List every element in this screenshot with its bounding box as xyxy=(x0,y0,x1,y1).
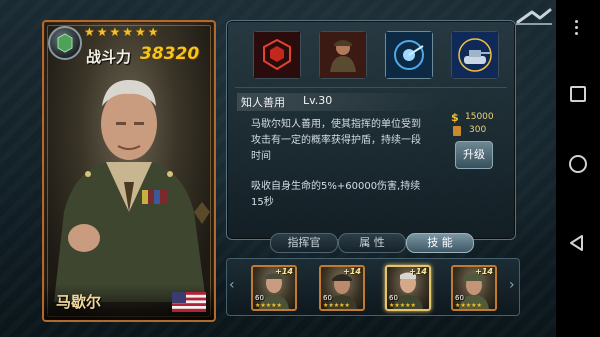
general-level: 60 xyxy=(323,294,332,302)
general-rank-badge xyxy=(48,26,82,60)
money-icon: $ xyxy=(451,111,459,124)
us-flag-icon xyxy=(172,292,206,312)
shield-hex-icon xyxy=(254,32,300,78)
general-stars: ★★★★★ xyxy=(255,302,282,309)
general-card: ★★★★★★ 战斗力 38320 马歇尔 xyxy=(42,20,216,322)
overflow-menu-icon[interactable] xyxy=(575,20,579,38)
general-stars: ★★★★★ xyxy=(389,302,416,309)
medal-cost: 300 xyxy=(469,125,487,135)
skill-slot-1[interactable] xyxy=(253,31,301,79)
general-plus: +14 xyxy=(409,267,427,276)
money-cost: 15000 xyxy=(465,112,494,122)
general-stars: ★★★★★ xyxy=(323,302,350,309)
card-stars: ★★★★★★ xyxy=(84,25,161,39)
soldier-icon xyxy=(320,32,366,78)
general-plus: +14 xyxy=(275,267,293,276)
skill-icons-row xyxy=(241,31,503,81)
skill-effect: 吸收自身生命的5%+60000伤害,持续15秒 xyxy=(251,181,421,208)
general-name: 马歇尔 xyxy=(56,293,102,311)
generals-strip: ‹ › +14 60 ★★★★★ +14 60 ★★★★★ +14 60 ★★★… xyxy=(226,258,520,316)
tab-attributes[interactable]: 属 性 xyxy=(338,233,406,253)
general-plus: +14 xyxy=(475,267,493,276)
tab-bar: 指挥官 属 性 技 能 xyxy=(264,233,478,253)
tank-icon xyxy=(452,32,498,78)
skill-level: Lv.30 xyxy=(303,94,333,107)
power-value: 38320 xyxy=(140,44,200,64)
general-thumb-2[interactable]: +14 60 ★★★★★ xyxy=(319,265,365,311)
general-thumb-4[interactable]: +14 60 ★★★★★ xyxy=(451,265,497,311)
tab-commander[interactable]: 指挥官 xyxy=(270,233,338,253)
general-stars: ★★★★★ xyxy=(455,302,482,309)
home-icon[interactable] xyxy=(569,155,587,173)
skill-name: 知人善用 xyxy=(241,96,285,109)
general-plus: +14 xyxy=(343,267,361,276)
tab-skills[interactable]: 技 能 xyxy=(406,233,474,253)
general-thumb-1[interactable]: +14 60 ★★★★★ xyxy=(251,265,297,311)
back-arrow-icon[interactable] xyxy=(514,6,554,26)
power-label: 战斗力 xyxy=(86,48,132,66)
divider xyxy=(235,87,507,88)
back-triangle-icon[interactable] xyxy=(568,234,586,252)
recent-apps-icon[interactable] xyxy=(570,86,586,102)
card-frame xyxy=(47,25,211,317)
skill-slot-2[interactable] xyxy=(319,31,367,79)
skill-slot-4[interactable] xyxy=(451,31,499,79)
medal-icon xyxy=(453,126,461,136)
skill-description: 马歇尔知人善用，使其指挥的单位受到攻击有一定的概率获得护盾，持续一段时间 xyxy=(251,119,421,162)
general-level: 60 xyxy=(455,294,464,302)
system-nav-bar xyxy=(556,0,600,337)
skill-slot-3[interactable] xyxy=(385,31,433,79)
general-thumb-3[interactable]: +14 60 ★★★★★ xyxy=(385,265,431,311)
strip-left-arrow-icon[interactable]: ‹ xyxy=(229,277,239,293)
radar-icon xyxy=(386,32,432,78)
skill-panel: 知人善用 Lv.30 马歇尔知人善用，使其指挥的单位受到攻击有一定的概率获得护盾… xyxy=(226,20,516,240)
general-level: 60 xyxy=(255,294,264,302)
strip-right-arrow-icon[interactable]: › xyxy=(509,277,519,293)
upgrade-button[interactable]: 升级 xyxy=(455,141,493,169)
general-level: 60 xyxy=(389,294,398,302)
